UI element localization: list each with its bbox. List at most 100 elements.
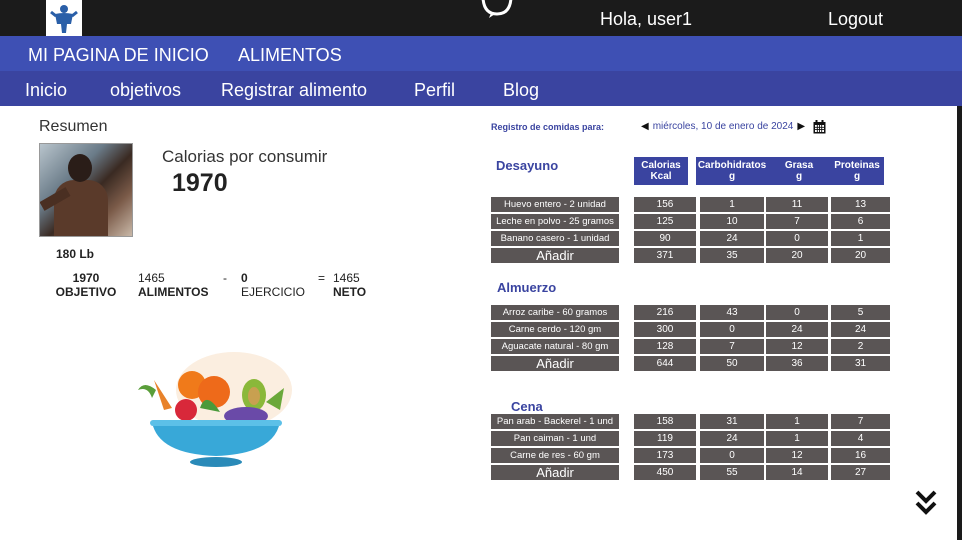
minus-sign: - (223, 271, 227, 285)
nutrient-value-cell: 24 (831, 322, 890, 338)
nutrient-value-cell: 13 (831, 197, 890, 213)
column-header-name: Grasa (784, 160, 814, 171)
add-food-button[interactable]: Añadir (491, 465, 619, 481)
goal-summary: 1970 OBJETIVO (54, 271, 118, 299)
meal-total-cell: 371 (634, 248, 696, 264)
meal-title: Almuerzo (497, 280, 557, 295)
weight-value: 180 Lb (56, 247, 95, 261)
nutrient-value-cell: 10 (700, 214, 764, 230)
exercise-summary: 0 EJERCICIO (241, 271, 305, 299)
meal-total-cell: 31 (831, 356, 890, 372)
food-item-cell: Arroz caribe - 60 gramos (491, 305, 619, 321)
column-header-name: Proteinas (834, 160, 880, 171)
top-bar: Hola, user1 Logout (0, 0, 962, 36)
nutrient-value-cell: 0 (766, 305, 828, 321)
food-item-cell: Huevo entero - 2 unidad (491, 197, 619, 213)
nav-blog[interactable]: Blog (503, 80, 539, 101)
nutrient-value-cell: 0 (700, 448, 764, 464)
nutrient-value-cell: 12 (766, 448, 828, 464)
food-item-cell: Banano casero - 1 unidad (491, 231, 619, 247)
secondary-nav: Inicio objetivos Registrar alimento Perf… (0, 71, 962, 106)
meal-total-cell: 450 (634, 465, 696, 481)
meal-title: Cena (511, 399, 543, 414)
nutrient-value-cell: 24 (700, 231, 764, 247)
column-header: Grasa g (768, 157, 830, 185)
app-logo[interactable] (46, 0, 82, 36)
nutrient-value-cell: 24 (700, 431, 764, 447)
nutrient-value-cell: 128 (634, 339, 696, 355)
summary-title: Resumen (39, 118, 108, 135)
column-header-name: Carbohidratos (697, 160, 767, 171)
column-header-name: Calorias (641, 160, 681, 171)
meal-total-cell: 644 (634, 356, 696, 372)
meal-total-cell: 20 (831, 248, 890, 264)
nav-objetivos[interactable]: objetivos (110, 80, 181, 101)
user-greeting: Hola, user1 (600, 9, 693, 29)
nutrient-value-cell: 11 (766, 197, 828, 213)
food-item-cell: Pan caiman - 1 und (491, 431, 619, 447)
column-header: Carbohidratos g (696, 157, 768, 185)
main-content: Resumen 180 Lb Calorias por consumir 197… (0, 106, 957, 540)
column-header-unit: g (853, 171, 861, 182)
scrollbar[interactable] (957, 106, 962, 540)
nutrient-value-cell: 12 (766, 339, 828, 355)
exercise-label: EJERCICIO (241, 285, 306, 299)
nutrient-value-cell: 5 (831, 305, 890, 321)
nav-registrar-alimento[interactable]: Registrar alimento (221, 80, 367, 101)
prev-day-icon[interactable]: ◀ (641, 121, 649, 132)
nutrient-value-cell: 90 (634, 231, 696, 247)
chat-icon[interactable] (480, 0, 514, 18)
column-header: Calorias Kcal (634, 157, 688, 185)
goal-label: OBJETIVO (55, 285, 117, 299)
net-summary: 1465 NETO (333, 271, 366, 299)
profile-photo (39, 143, 133, 237)
column-header-unit: Kcal (650, 171, 672, 182)
nutrient-value-cell: 158 (634, 414, 696, 430)
nav-inicio[interactable]: Inicio (25, 80, 67, 101)
primary-nav: MI PAGINA DE INICIO ALIMENTOS (0, 36, 962, 71)
food-item-cell: Carne cerdo - 120 gm (491, 322, 619, 338)
foods-summary: 1465 ALIMENTOS (138, 271, 208, 299)
date-selector: ◀ miércoles, 10 de enero de 2024 ▶ (641, 121, 805, 132)
food-item-cell: Leche en polvo - 25 gramos (491, 214, 619, 230)
bodybuilder-icon (50, 5, 78, 33)
column-header-unit: g (795, 171, 803, 182)
nutrient-value-cell: 6 (831, 214, 890, 230)
column-header: Proteinas g (830, 157, 884, 185)
logout-link[interactable]: Logout (828, 9, 883, 30)
add-food-button[interactable]: Añadir (491, 248, 619, 264)
meal-total-cell: 36 (766, 356, 828, 372)
nutrient-value-cell: 1 (700, 197, 764, 213)
nutrient-value-cell: 1 (831, 231, 890, 247)
meal-total-cell: 14 (766, 465, 828, 481)
goal-value: 1970 (72, 271, 100, 285)
meal-title: Desayuno (496, 158, 559, 173)
meal-log-label: Registro de comidas para: (491, 122, 605, 132)
nutrient-value-cell: 173 (634, 448, 696, 464)
meal-total-cell: 27 (831, 465, 890, 481)
calendar-icon[interactable] (813, 120, 826, 134)
nutrient-value-cell: 7 (766, 214, 828, 230)
nutrient-value-cell: 24 (766, 322, 828, 338)
food-item-cell: Carne de res - 60 gm (491, 448, 619, 464)
scroll-down-icon[interactable] (914, 488, 938, 518)
nav-foods[interactable]: ALIMENTOS (238, 45, 342, 66)
add-food-button[interactable]: Añadir (491, 356, 619, 372)
nutrient-value-cell: 156 (634, 197, 696, 213)
column-header-unit: g (728, 171, 736, 182)
nutrient-value-cell: 7 (700, 339, 764, 355)
calories-remaining-label: Calorias por consumir (162, 147, 328, 166)
next-day-icon[interactable]: ▶ (797, 121, 805, 132)
foods-label: ALIMENTOS (138, 285, 209, 299)
nutrient-value-cell: 31 (700, 414, 764, 430)
nutrient-value-cell: 216 (634, 305, 696, 321)
nutrient-value-cell: 0 (700, 322, 764, 338)
nutrient-value-cell: 7 (831, 414, 890, 430)
nav-home-page[interactable]: MI PAGINA DE INICIO (28, 45, 209, 66)
nav-perfil[interactable]: Perfil (414, 80, 455, 101)
salad-bowl-illustration (138, 352, 292, 467)
nutrient-value-cell: 2 (831, 339, 890, 355)
net-label: NETO (333, 285, 367, 299)
net-value: 1465 (333, 271, 360, 285)
log-date: miércoles, 10 de enero de 2024 (652, 121, 794, 132)
